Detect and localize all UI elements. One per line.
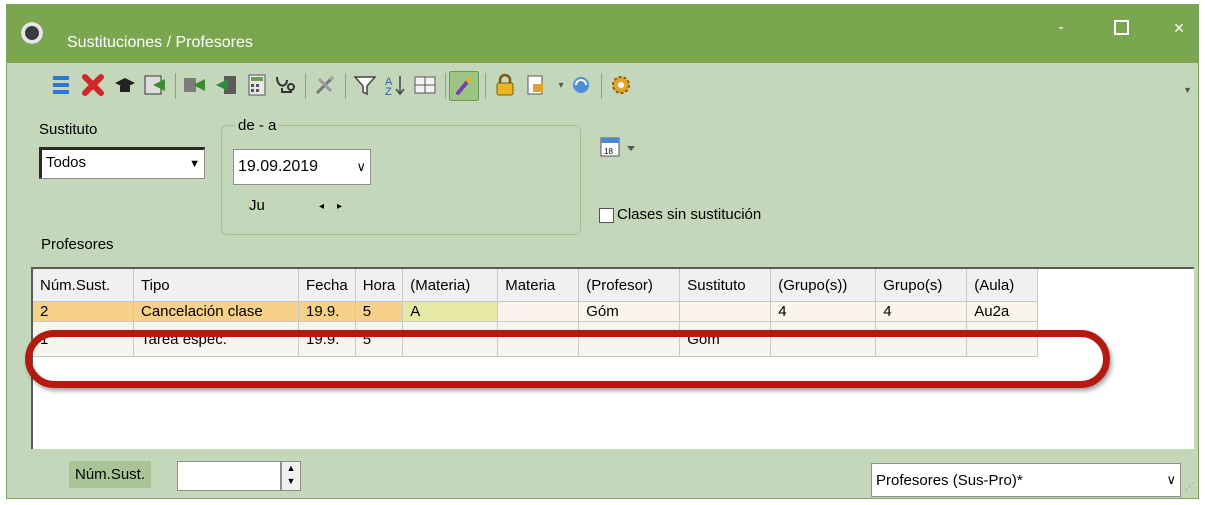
col-grupos-paren[interactable]: (Grupo(s)) <box>770 269 877 302</box>
cell-tipo[interactable]: Tarea espec. <box>133 321 299 357</box>
export-icon[interactable] <box>212 71 240 99</box>
cell-grupos-paren[interactable] <box>770 321 877 357</box>
title-bar: Sustituciones / Profesores - × <box>7 5 1198 63</box>
sustituto-label: Sustituto <box>39 121 98 138</box>
cell-materia-paren[interactable] <box>402 321 499 357</box>
toolbar-separator <box>305 73 306 99</box>
clases-checkbox[interactable] <box>599 208 614 223</box>
cell-tipo[interactable]: Cancelación clase <box>133 301 299 322</box>
col-grupos[interactable]: Grupo(s) <box>875 269 968 302</box>
num-sust-input[interactable] <box>177 461 281 491</box>
maximize-button[interactable] <box>1099 15 1143 41</box>
col-tipo[interactable]: Tipo <box>133 269 299 302</box>
day-prev-button[interactable]: ◂ <box>319 201 324 212</box>
toolbar-separator <box>175 73 176 99</box>
cell-profesor-paren[interactable]: Góm <box>578 301 681 322</box>
cell-grupos[interactable] <box>875 321 968 357</box>
col-num-sust[interactable]: Núm.Sust. <box>33 269 134 302</box>
stethoscope-icon[interactable] <box>271 71 299 99</box>
col-profesor-paren[interactable]: (Profesor) <box>578 269 681 302</box>
tools-icon[interactable] <box>311 71 339 99</box>
minimize-button[interactable]: - <box>1039 15 1083 41</box>
cell-num[interactable]: 1 <box>33 321 134 357</box>
maximize-icon <box>1113 20 1129 36</box>
date-value: 19.09.2019 <box>238 158 319 175</box>
profesores-section-label: Profesores <box>41 236 114 253</box>
date-range-label: de - a <box>235 117 280 134</box>
view-select[interactable]: Profesores (Sus-Pro)* ∨ <box>871 463 1181 497</box>
chevron-down-icon: ∨ <box>356 159 366 174</box>
list-icon[interactable] <box>47 71 75 99</box>
date-picker[interactable]: 19.09.2019 ∨ <box>233 149 371 185</box>
day-label: Ju <box>249 197 265 214</box>
col-materia[interactable]: Materia <box>497 269 580 302</box>
cell-grupos[interactable]: 4 <box>875 301 968 322</box>
col-sustituto[interactable]: Sustituto <box>679 269 772 302</box>
cell-aula[interactable] <box>966 321 1039 357</box>
clock-icon <box>21 22 43 44</box>
calendar-button[interactable]: 18 <box>597 133 647 163</box>
cell-grupos-paren[interactable]: 4 <box>770 301 877 322</box>
toolbar: AZ ▾ ▼ <box>7 69 1198 105</box>
transfer-icon[interactable] <box>181 71 209 99</box>
window-title: Sustituciones / Profesores <box>67 34 253 51</box>
col-aula[interactable]: (Aula) <box>966 269 1039 302</box>
calculator-icon[interactable] <box>243 71 271 99</box>
cell-num[interactable]: 2 <box>33 301 134 322</box>
import-icon[interactable] <box>141 71 169 99</box>
bottom-bar: Núm.Sust. ▲ ▼ Profesores (Sus-Pro)* ∨ ⋰ <box>7 457 1198 497</box>
cell-aula[interactable]: Au2a <box>966 301 1039 322</box>
settings-icon[interactable] <box>607 71 635 99</box>
cell-materia-paren[interactable]: A <box>402 301 499 322</box>
svg-text:18: 18 <box>604 147 613 156</box>
num-sust-label: Núm.Sust. <box>69 461 152 488</box>
chevron-down-icon: ∨ <box>1166 472 1176 487</box>
delete-icon[interactable] <box>79 71 107 99</box>
cell-profesor-paren[interactable] <box>578 321 681 357</box>
filter-icon[interactable] <box>351 71 379 99</box>
sustituto-value: Todos <box>46 154 87 171</box>
lock-icon[interactable] <box>491 71 519 99</box>
graduation-cap-icon[interactable] <box>111 71 139 99</box>
toolbar-separator <box>445 73 446 99</box>
cell-materia[interactable] <box>497 301 580 322</box>
toolbar-separator <box>485 73 486 99</box>
clases-label: Clases sin sustitución <box>617 206 762 223</box>
window: Sustituciones / Profesores - × A Z ▾ ▼ S… <box>6 4 1199 499</box>
num-sust-spinner[interactable]: ▲ ▼ <box>281 461 301 491</box>
close-button[interactable]: × <box>1157 15 1201 41</box>
col-materia-paren[interactable]: (Materia) <box>402 269 499 302</box>
table-row[interactable]: 2 Cancelación clase 19.9. 5 A Góm 4 4 Au… <box>33 301 1039 322</box>
cell-fecha[interactable]: 19.9. <box>298 321 356 357</box>
cell-materia[interactable] <box>497 321 580 357</box>
table-header-row: Núm.Sust. Tipo Fecha Hora (Materia) Mate… <box>33 269 1039 302</box>
print-icon[interactable] <box>521 71 549 99</box>
refresh-icon[interactable] <box>567 71 595 99</box>
sort-icon[interactable]: AZ <box>381 71 409 99</box>
cell-fecha[interactable]: 19.9. <box>298 301 356 322</box>
toolbar-overflow-icon[interactable]: ▼ <box>1183 85 1192 95</box>
brush-icon[interactable] <box>449 71 479 101</box>
view-select-value: Profesores (Sus-Pro)* <box>876 472 1023 489</box>
chevron-down-icon: ▼ <box>189 158 200 170</box>
cell-sustituto[interactable]: Góm <box>679 321 772 357</box>
toolbar-separator <box>345 73 346 99</box>
table-icon[interactable] <box>411 71 439 99</box>
day-next-button[interactable]: ▸ <box>337 201 342 212</box>
col-fecha[interactable]: Fecha <box>298 269 356 302</box>
resize-grip-icon[interactable]: ⋰ <box>1185 481 1194 492</box>
col-hora[interactable]: Hora <box>355 269 404 302</box>
toolbar-separator <box>601 73 602 99</box>
cell-sustituto[interactable] <box>679 301 772 322</box>
sustituto-combo[interactable]: Todos ▼ <box>39 147 205 179</box>
cell-hora[interactable]: 5 <box>355 321 404 357</box>
svg-text:Z: Z <box>385 86 392 97</box>
substitutions-table: Núm.Sust. Tipo Fecha Hora (Materia) Mate… <box>31 267 1194 449</box>
table-row[interactable]: 1 Tarea espec. 19.9. 5 Góm <box>33 321 1039 357</box>
cell-hora[interactable]: 5 <box>355 301 404 322</box>
